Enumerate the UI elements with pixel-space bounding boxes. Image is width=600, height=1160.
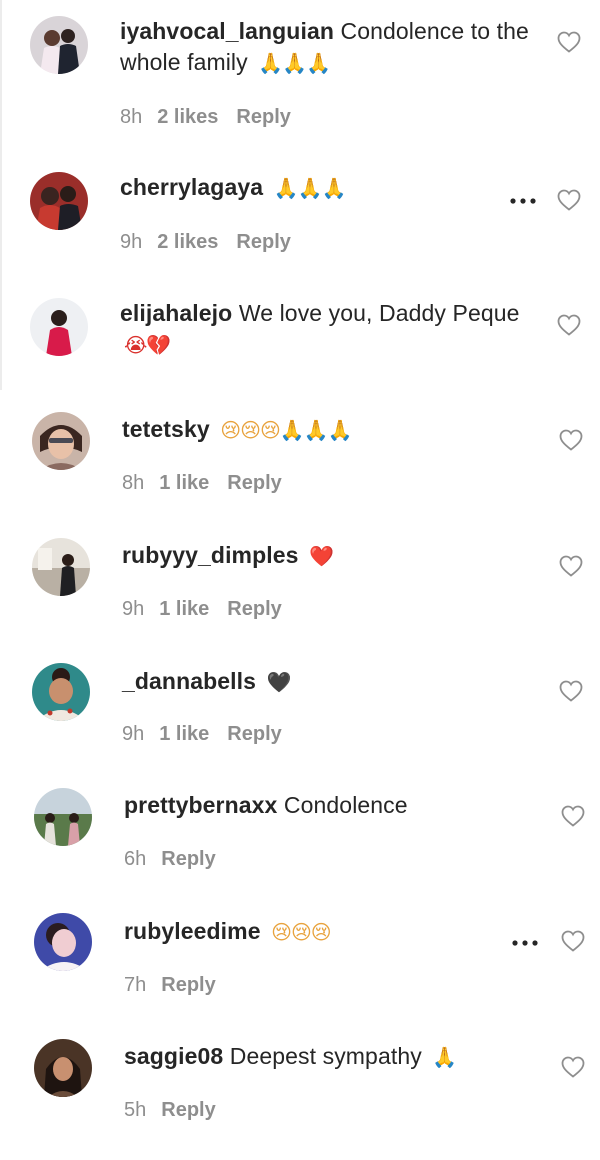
comment-meta: 9h 1 like Reply — [122, 597, 300, 621]
comment-body: elijahalejo We love you, Daddy Peque 😭💔 — [120, 298, 530, 361]
reply-button[interactable]: Reply — [161, 974, 215, 996]
comment-meta: 5h Reply — [124, 1098, 234, 1122]
comment-timestamp: 8h — [122, 472, 145, 494]
heart-outline-icon[interactable] — [557, 314, 581, 336]
comment-username[interactable]: iyahvocal_languian — [120, 18, 334, 44]
comment-body: tetetsky 😢😢😢🙏🙏🙏 — [122, 414, 532, 446]
avatar[interactable] — [34, 913, 92, 971]
comment-username[interactable]: rubyleedime — [124, 918, 261, 944]
comment-meta: 8h 2 likes Reply — [120, 105, 309, 129]
comment-emoji: 🙏🙏🙏 — [273, 176, 347, 200]
comment-meta: 9h 2 likes Reply — [120, 230, 309, 254]
comment-emoji: 🙏🙏🙏 — [258, 51, 331, 75]
avatar[interactable] — [32, 412, 90, 470]
comment-meta: 6h Reply — [124, 847, 234, 871]
heart-outline-icon[interactable] — [559, 680, 583, 702]
comment-text — [299, 542, 306, 568]
heart-outline-icon[interactable] — [559, 555, 583, 577]
comment-emoji: 🙏 — [432, 1045, 457, 1069]
comment-meta: 8h 1 like Reply — [122, 471, 300, 495]
ellipsis-icon[interactable] — [509, 196, 537, 206]
comment-meta: 7h Reply — [124, 973, 234, 997]
avatar[interactable] — [32, 663, 90, 721]
reply-button[interactable]: Reply — [227, 472, 281, 494]
comment-body: iyahvocal_languian Condolence to the who… — [120, 16, 530, 79]
comment-timestamp: 9h — [120, 231, 143, 253]
comment-timestamp: 5h — [124, 1099, 147, 1121]
comment-username[interactable]: saggie08 — [124, 1043, 223, 1069]
comment-likes-count[interactable]: 1 like — [159, 598, 209, 620]
heart-outline-icon[interactable] — [557, 189, 581, 211]
comment-text: Deepest sympathy — [223, 1043, 429, 1069]
comment-username[interactable]: tetetsky — [122, 416, 210, 442]
avatar[interactable] — [34, 1039, 92, 1097]
avatar[interactable] — [32, 538, 90, 596]
comment-emoji: ❤️ — [309, 544, 334, 568]
reply-button[interactable]: Reply — [227, 723, 281, 745]
comment-text — [261, 918, 268, 944]
comment-timestamp: 8h — [120, 106, 143, 128]
comment-body: saggie08 Deepest sympathy 🙏 — [124, 1041, 534, 1073]
avatar[interactable] — [34, 788, 92, 846]
comment-likes-count[interactable]: 2 likes — [157, 106, 218, 128]
reply-button[interactable]: Reply — [236, 231, 290, 253]
heart-outline-icon[interactable] — [561, 930, 585, 952]
comment-emoji: 😭💔 — [124, 333, 171, 357]
reply-button[interactable]: Reply — [161, 848, 215, 870]
comment-likes-count[interactable]: 1 like — [159, 723, 209, 745]
comment-timestamp: 7h — [124, 974, 147, 996]
comment-username[interactable]: rubyyy_dimples — [122, 542, 299, 568]
comment-timestamp: 6h — [124, 848, 147, 870]
comment-list: iyahvocal_languian Condolence to the who… — [0, 0, 600, 1160]
comment-timestamp: 9h — [122, 723, 145, 745]
heart-outline-icon[interactable] — [561, 805, 585, 827]
avatar[interactable] — [30, 16, 88, 74]
comment-username[interactable]: _dannabells — [122, 668, 256, 694]
comment-meta: 9h 1 like Reply — [122, 722, 300, 746]
comment-timestamp: 9h — [122, 598, 145, 620]
reply-button[interactable]: Reply — [161, 1099, 215, 1121]
comment-text — [210, 416, 217, 442]
comment-body: rubyyy_dimples ❤️ — [122, 540, 532, 572]
heart-outline-icon[interactable] — [559, 429, 583, 451]
comment-likes-count[interactable]: 2 likes — [157, 231, 218, 253]
comment-emoji: 😢😢😢🙏🙏🙏 — [220, 418, 352, 442]
comment-text: We love you, Daddy Peque — [232, 300, 520, 326]
avatar[interactable] — [30, 298, 88, 356]
comment-username[interactable]: cherrylagaya — [120, 174, 263, 200]
reply-button[interactable]: Reply — [227, 598, 281, 620]
comment-emoji: 😢😢😢 — [271, 920, 332, 944]
comment-body: _dannabells 🖤 — [122, 666, 532, 698]
comment-text — [263, 174, 270, 200]
comment-username[interactable]: elijahalejo — [120, 300, 232, 326]
comment-text: Condolence — [277, 792, 408, 818]
reply-button[interactable]: Reply — [236, 106, 290, 128]
comment-text — [256, 668, 263, 694]
ellipsis-icon[interactable] — [511, 938, 539, 948]
comment-body: cherrylagaya 🙏🙏🙏 — [120, 172, 520, 204]
heart-outline-icon[interactable] — [561, 1056, 585, 1078]
comment-emoji: 🖤 — [266, 670, 292, 694]
comment-body: rubyleedime 😢😢😢 — [124, 916, 504, 948]
heart-outline-icon[interactable] — [557, 31, 581, 53]
divider — [0, 0, 2, 390]
comment-body: prettybernaxx Condolence — [124, 790, 534, 821]
comment-username[interactable]: prettybernaxx — [124, 792, 277, 818]
comment-likes-count[interactable]: 1 like — [159, 472, 209, 494]
avatar[interactable] — [30, 172, 88, 230]
